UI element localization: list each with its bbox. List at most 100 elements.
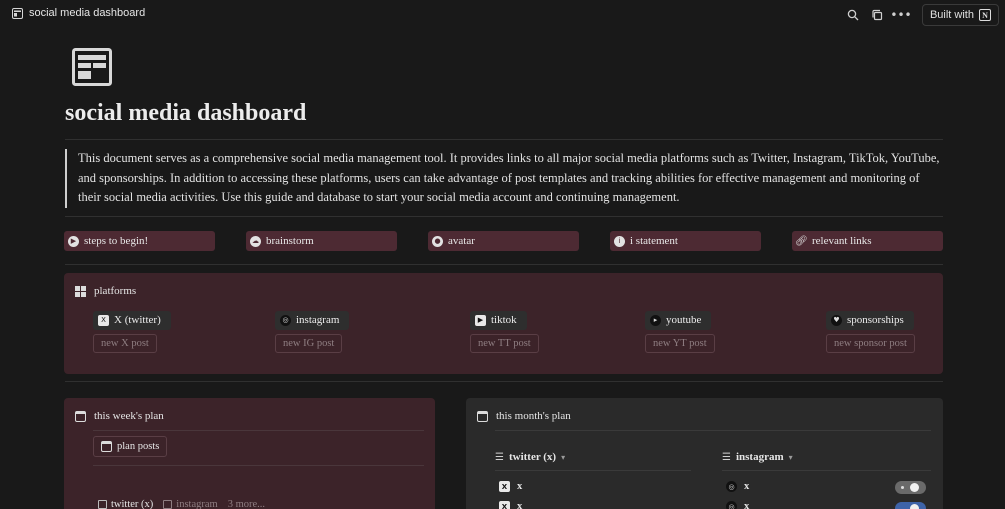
youtube-icon: ▸ [650, 314, 661, 326]
i-statement-button[interactable]: i i statement [610, 231, 761, 251]
week-plan-tabs: twitter (x) instagram 3 more... [98, 499, 265, 509]
button-label: brainstorm [266, 235, 314, 247]
new-yt-post-button[interactable]: new YT post [645, 333, 715, 353]
platform-label: sponsorships [847, 314, 904, 326]
month-plan-title: this month's plan [496, 410, 571, 422]
plan-posts-button[interactable]: plan posts [93, 436, 168, 457]
list-item[interactable]: ◎ x [726, 481, 749, 492]
nav-button-row: ▶ steps to begin! ☁ brainstorm ● avatar … [64, 231, 944, 251]
status-toggle[interactable] [895, 502, 926, 509]
search-icon[interactable] [844, 6, 862, 24]
column-label: instagram [735, 451, 784, 463]
grid-icon [75, 285, 86, 297]
platform-link-sponsorships[interactable]: ♥ sponsorships [826, 310, 914, 330]
steps-to-begin-button[interactable]: ▶ steps to begin! [64, 231, 215, 251]
calendar-icon [75, 410, 86, 422]
divider [65, 216, 943, 217]
tab-label: twitter (x) [111, 499, 154, 509]
brainstorm-button[interactable]: ☁ brainstorm [246, 231, 397, 251]
built-with-label: Built with [929, 9, 974, 21]
platform-link-youtube[interactable]: ▸ youtube [645, 310, 712, 330]
built-with-button[interactable]: Built with N [921, 4, 999, 26]
list-item[interactable]: ◎ x [726, 501, 749, 509]
instagram-icon: ◎ [726, 481, 737, 492]
avatar-button[interactable]: ● avatar [428, 231, 579, 251]
platform-link-x[interactable]: X X (twitter) [93, 310, 171, 330]
divider [495, 470, 691, 471]
calendar-icon [477, 410, 488, 422]
divider [495, 430, 931, 431]
divider [93, 465, 424, 466]
more-icon[interactable]: ••• [890, 6, 911, 24]
x-icon: X [499, 501, 510, 509]
column-header-twitter[interactable]: ☰ twitter (x) ▾ [495, 451, 565, 463]
platform-card-instagram: ◎ instagram new IG post [275, 309, 350, 353]
tab-label: instagram [176, 499, 218, 509]
month-plan-header: this month's plan [477, 410, 571, 422]
new-sponsor-post-button[interactable]: new sponsor post [826, 333, 915, 353]
row-label: x [517, 481, 523, 492]
button-label: relevant links [812, 235, 872, 247]
calendar-icon [98, 500, 107, 509]
column-label: twitter (x) [508, 451, 557, 463]
row-label: x [517, 501, 523, 509]
calendar-plus-icon [101, 441, 112, 452]
divider [722, 470, 931, 471]
tab-more[interactable]: 3 more... [228, 499, 265, 509]
list-item[interactable]: X x [499, 501, 522, 509]
new-ig-post-button[interactable]: new IG post [275, 333, 343, 353]
divider [93, 430, 424, 431]
week-plan-panel: this week's plan plan posts twitter (x) … [64, 398, 435, 509]
platform-link-tiktok[interactable]: ▶ tiktok [470, 310, 527, 330]
button-label: avatar [448, 235, 475, 247]
new-tt-post-button[interactable]: new TT post [470, 333, 539, 353]
x-icon: X [499, 481, 510, 492]
info-icon: i [614, 235, 625, 247]
page-icon [12, 7, 23, 19]
toggle-knob [910, 504, 919, 509]
page-header-icon [72, 48, 112, 86]
platform-card-x: X X (twitter) new X post [93, 309, 171, 353]
breadcrumb-title: social media dashboard [29, 7, 146, 19]
platform-card-tiktok: ▶ tiktok new TT post [470, 309, 539, 353]
plan-posts-label: plan posts [117, 441, 160, 452]
list-item[interactable]: X x [499, 481, 522, 492]
chevron-down-icon: ▾ [561, 452, 566, 462]
platform-label: youtube [666, 314, 702, 326]
tab-instagram[interactable]: instagram [163, 499, 218, 509]
toggle-dot [901, 486, 904, 489]
platforms-section: platforms X X (twitter) new X post ◎ ins… [64, 273, 943, 374]
week-plan-title: this week's plan [94, 410, 164, 422]
column-header-instagram[interactable]: ☰ instagram ▾ [722, 451, 793, 463]
calendar-icon [163, 500, 173, 509]
platforms-title: platforms [94, 285, 137, 297]
row-label: x [744, 501, 750, 509]
tiktok-icon: ▶ [475, 314, 486, 326]
breadcrumb[interactable]: social media dashboard [12, 7, 145, 19]
week-plan-header: this week's plan [75, 410, 164, 422]
month-plan-panel: this month's plan ☰ twitter (x) ▾ ☰ inst… [466, 398, 943, 509]
notion-logo-icon: N [979, 9, 991, 21]
link-icon: 🔗︎ [795, 235, 808, 247]
instagram-icon: ◎ [280, 314, 291, 326]
button-label: i statement [630, 235, 678, 247]
page-title: social media dashboard [65, 100, 307, 126]
status-toggle[interactable] [895, 481, 926, 494]
list-icon: ☰ [495, 451, 504, 463]
tab-twitter[interactable]: twitter (x) [98, 499, 153, 509]
platform-card-youtube: ▸ youtube new YT post [645, 309, 715, 353]
platform-label: tiktok [491, 314, 517, 326]
platform-card-sponsorships: ♥ sponsorships new sponsor post [826, 309, 915, 353]
toggle-knob [910, 483, 919, 492]
row-label: x [744, 481, 750, 492]
divider [65, 139, 943, 140]
divider [65, 264, 943, 265]
relevant-links-button[interactable]: 🔗︎ relevant links [792, 231, 943, 251]
platforms-header: platforms [75, 285, 136, 297]
duplicate-icon[interactable] [868, 6, 886, 24]
user-icon: ● [432, 235, 443, 247]
new-x-post-button[interactable]: new X post [93, 333, 157, 353]
heart-icon: ♥ [831, 314, 842, 326]
platform-link-instagram[interactable]: ◎ instagram [275, 310, 350, 330]
platform-label: instagram [296, 314, 340, 326]
